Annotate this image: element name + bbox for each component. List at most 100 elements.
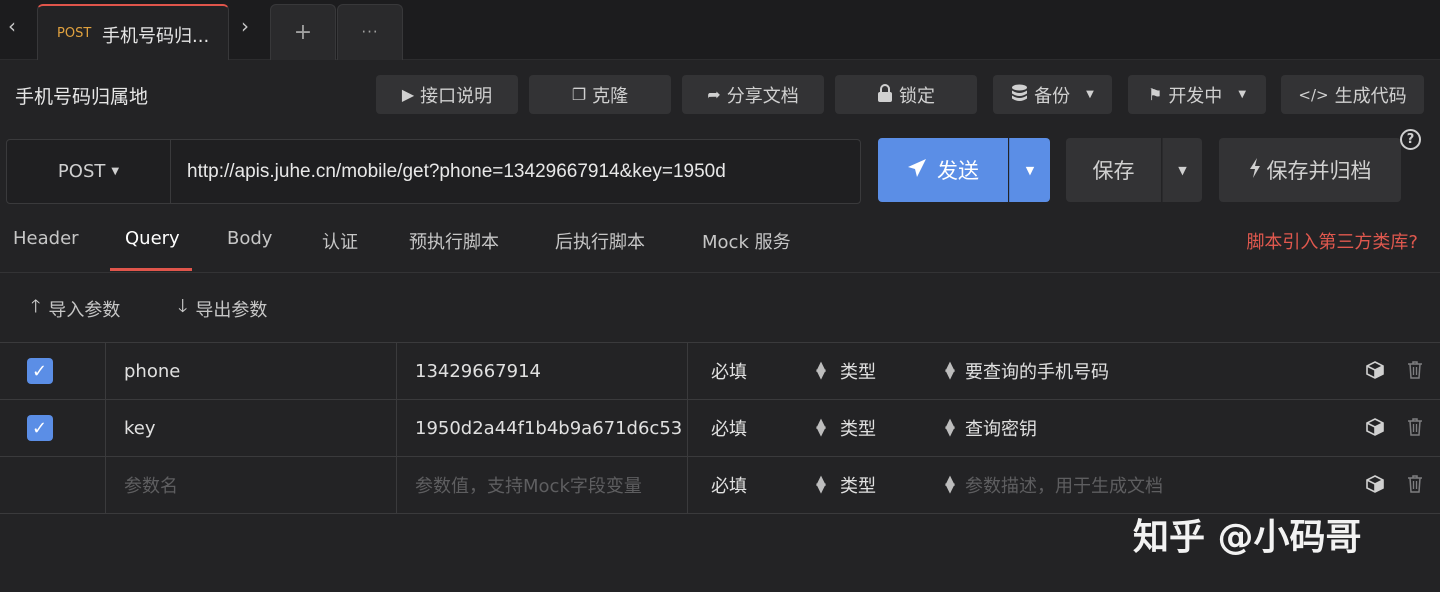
cube-icon[interactable]	[1366, 475, 1384, 498]
save-button[interactable]: 保存	[1066, 138, 1161, 202]
param-name-cell[interactable]: key	[107, 400, 397, 456]
param-value-input[interactable]: 参数值，支持Mock字段变量	[398, 457, 688, 513]
save-archive-button[interactable]: 保存并归档	[1219, 138, 1401, 202]
more-tabs-button[interactable]: ···	[337, 4, 403, 60]
caret-down-icon: ▼	[1025, 163, 1035, 177]
send-icon	[907, 158, 927, 183]
trash-icon[interactable]	[1407, 361, 1423, 384]
lock-label: 锁定	[899, 85, 935, 107]
sort-icon: ▲ ▼	[945, 359, 955, 382]
sort-icon: ▲ ▼	[945, 416, 955, 439]
share-doc-label: 分享文档	[726, 85, 799, 107]
param-check-cell: ✓	[0, 343, 106, 399]
play-icon: ▶	[401, 85, 415, 104]
param-checkbox[interactable]: ✓	[26, 415, 53, 441]
share-icon: ➦	[707, 85, 721, 104]
send-options-button[interactable]: ▼	[1009, 138, 1050, 202]
param-value-cell[interactable]: 1950d2a44f1b4b9a671d6c53	[398, 400, 688, 456]
param-check-cell	[0, 457, 106, 513]
tab-pre-script[interactable]: 预执行脚本	[409, 228, 499, 254]
api-doc-label: 接口说明	[420, 85, 493, 107]
method-label: POST	[57, 161, 106, 182]
params-table: ✓ phone 13429667914 必填 ▲ ▼ 类型 ▲ ▼ 要查询的手机号码…	[0, 342, 1440, 514]
tab-header[interactable]: Header	[13, 228, 79, 249]
active-tab-indicator	[110, 268, 192, 271]
clone-button[interactable]: ❐ 克隆	[529, 75, 671, 114]
caret-down-icon: ▼	[1178, 163, 1187, 177]
api-doc-button[interactable]: ▶ 接口说明	[376, 75, 518, 114]
required-select[interactable]: 必填 ▲ ▼	[711, 457, 826, 513]
tab-body[interactable]: Body	[227, 228, 272, 249]
add-tab-button[interactable]: +	[270, 4, 336, 60]
watermark: 知乎 @小码哥	[1133, 517, 1362, 558]
param-checkbox[interactable]: ✓	[26, 358, 53, 384]
generate-code-button[interactable]: </> 生成代码	[1281, 75, 1424, 114]
table-row: ✓ key 1950d2a44f1b4b9a671d6c53 必填 ▲ ▼ 类型 …	[0, 400, 1440, 457]
required-select[interactable]: 必填 ▲ ▼	[711, 400, 826, 456]
caret-down-icon: ▼	[111, 166, 120, 177]
type-select[interactable]: 类型 ▲ ▼	[840, 457, 955, 513]
send-label: 发送	[937, 159, 979, 183]
param-desc-cell[interactable]: 要查询的手机号码	[965, 343, 1355, 399]
tab-next-icon[interactable]: ›	[241, 14, 249, 38]
url-input[interactable]	[177, 140, 859, 203]
type-label: 类型	[840, 362, 876, 383]
lock-icon	[877, 83, 893, 106]
save-archive-label: 保存并归档	[1266, 159, 1372, 183]
send-button[interactable]: 发送	[878, 138, 1008, 202]
generate-code-label: 生成代码	[1334, 85, 1407, 107]
arrow-up-icon: 🡑	[31, 296, 41, 317]
save-options-button[interactable]: ▼	[1162, 138, 1202, 202]
table-row: ✓ phone 13429667914 必填 ▲ ▼ 类型 ▲ ▼ 要查询的手机号码	[0, 343, 1440, 400]
backup-label: 备份	[1034, 85, 1071, 107]
tab-strip: ‹ POST 手机号码归... › + ···	[0, 0, 1440, 60]
trash-icon[interactable]	[1407, 475, 1423, 498]
sort-icon: ▲ ▼	[816, 473, 826, 496]
tab-query[interactable]: Query	[125, 228, 180, 249]
status-label: 开发中	[1168, 85, 1223, 107]
request-subtabs: Header Query Body 认证 预执行脚本 后执行脚本 Mock 服务…	[0, 218, 1440, 273]
request-bar: POST ▼	[6, 139, 861, 204]
param-desc-cell[interactable]: 查询密钥	[965, 400, 1355, 456]
sort-icon: ▲ ▼	[816, 416, 826, 439]
required-select[interactable]: 必填 ▲ ▼	[711, 343, 826, 399]
required-label: 必填	[711, 419, 747, 440]
tab-prev-icon[interactable]: ‹	[8, 14, 16, 38]
type-select[interactable]: 类型 ▲ ▼	[840, 343, 955, 399]
tab-title: 手机号码归...	[102, 26, 210, 47]
param-desc-input[interactable]: 参数描述，用于生成文档	[965, 457, 1355, 513]
param-check-cell: ✓	[0, 400, 106, 456]
share-doc-button[interactable]: ➦ 分享文档	[682, 75, 824, 114]
trash-icon[interactable]	[1407, 418, 1423, 441]
tab-mock[interactable]: Mock 服务	[702, 228, 791, 254]
tab-method-label: POST	[57, 26, 92, 41]
copy-icon: ❐	[571, 85, 587, 104]
database-icon	[1011, 84, 1028, 106]
export-params-button[interactable]: 🡓 导出参数	[178, 294, 267, 324]
type-select[interactable]: 类型 ▲ ▼	[840, 400, 955, 456]
param-value-cell[interactable]: 13429667914	[398, 343, 688, 399]
tab-auth[interactable]: 认证	[322, 228, 358, 254]
type-label: 类型	[840, 419, 876, 440]
new-param-row: 参数名 参数值，支持Mock字段变量 必填 ▲ ▼ 类型 ▲ ▼ 参数描述，用于生成…	[0, 457, 1440, 514]
caret-down-icon: ▼	[1086, 89, 1094, 100]
param-name-input[interactable]: 参数名	[107, 457, 397, 513]
help-icon[interactable]: ?	[1400, 129, 1421, 150]
method-select[interactable]: POST ▼	[7, 140, 171, 203]
status-dropdown[interactable]: ⚑ 开发中 ▼	[1128, 75, 1266, 114]
arrow-down-icon: 🡓	[178, 296, 188, 317]
import-params-button[interactable]: 🡑 导入参数	[31, 294, 120, 324]
ellipsis-icon: ···	[361, 23, 379, 41]
required-label: 必填	[711, 362, 747, 383]
tab-post-script[interactable]: 后执行脚本	[555, 228, 645, 254]
bolt-icon	[1249, 157, 1261, 183]
tab-request[interactable]: POST 手机号码归...	[37, 4, 229, 60]
lock-button[interactable]: 锁定	[835, 75, 977, 114]
param-name-cell[interactable]: phone	[107, 343, 397, 399]
sort-icon: ▲ ▼	[945, 473, 955, 496]
script-library-link[interactable]: 脚本引入第三方类库?	[1246, 228, 1418, 254]
cube-icon[interactable]	[1366, 418, 1384, 441]
backup-dropdown[interactable]: 备份 ▼	[993, 75, 1112, 114]
cube-icon[interactable]	[1366, 361, 1384, 384]
clone-label: 克隆	[592, 85, 629, 107]
